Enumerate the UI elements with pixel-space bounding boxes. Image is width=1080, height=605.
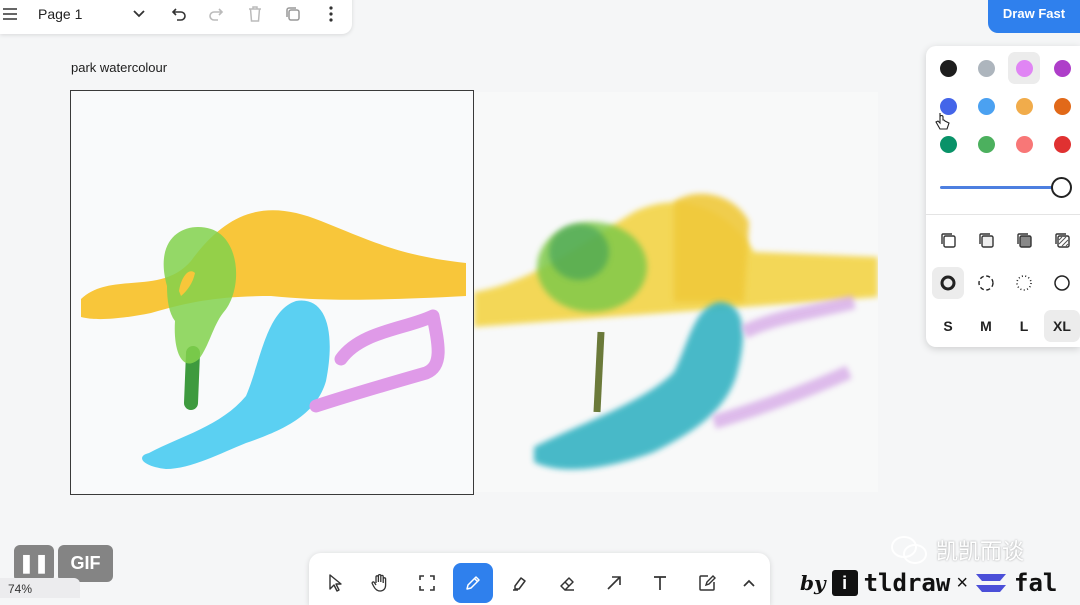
pink-path-stroke — [309, 309, 445, 413]
draw-tool-icon[interactable] — [453, 563, 493, 603]
trash-icon[interactable] — [241, 0, 269, 28]
size-l-button[interactable]: L — [1008, 310, 1040, 342]
size-s-button[interactable]: S — [932, 310, 964, 342]
duplicate-icon[interactable] — [279, 0, 307, 28]
highlighter-tool-icon[interactable] — [500, 563, 540, 603]
hand-tool-icon[interactable] — [360, 563, 400, 603]
color-swatch-light-red[interactable] — [1008, 128, 1040, 160]
swatch-dot — [1053, 135, 1071, 153]
tldraw-logo: i — [831, 570, 858, 596]
color-swatch-green[interactable] — [932, 128, 964, 160]
more-options-icon[interactable] — [317, 0, 345, 28]
note-tool-icon[interactable] — [687, 563, 727, 603]
size-m-button[interactable]: M — [970, 310, 1002, 342]
blue-river-stroke — [142, 300, 330, 469]
dash-draw-icon[interactable] — [932, 267, 964, 299]
fill-none-icon[interactable] — [932, 224, 964, 256]
eraser-tool-icon[interactable] — [547, 563, 587, 603]
pause-button[interactable]: ❚❚ — [14, 545, 54, 582]
watermark: 凯凯而谈 — [890, 534, 1024, 566]
swatch-dot — [977, 97, 995, 115]
size-xl-button[interactable]: XL — [1044, 310, 1080, 342]
color-swatch-orange[interactable] — [1046, 90, 1078, 122]
opacity-slider-thumb[interactable] — [1051, 177, 1072, 198]
color-swatch-light-blue[interactable] — [970, 90, 1002, 122]
swatch-dot — [977, 59, 995, 77]
dash-dotted-icon[interactable] — [1008, 267, 1040, 299]
fal-wordmark: fal — [1014, 569, 1058, 597]
dash-dashed-icon[interactable] — [970, 267, 1002, 299]
mouse-cursor-icon — [935, 113, 950, 130]
arrow-tool-icon[interactable] — [594, 563, 634, 603]
chevron-up-icon[interactable] — [729, 563, 769, 603]
style-panel: S M L XL — [926, 46, 1080, 347]
by-text: by — [800, 571, 826, 595]
fal-logo-icon — [976, 574, 1006, 592]
sketch-drawing[interactable] — [71, 91, 473, 494]
zoom-indicator[interactable]: 74% — [0, 578, 80, 598]
draw-fast-button[interactable]: Draw Fast — [988, 0, 1080, 33]
fill-pattern-icon[interactable] — [1046, 224, 1078, 256]
credit-line: by i tldraw × fal — [800, 568, 1057, 598]
swatch-dot — [1053, 59, 1071, 77]
redo-icon[interactable] — [202, 0, 230, 28]
panel-divider — [926, 214, 1080, 215]
tldraw-wordmark: tldraw — [863, 569, 951, 597]
color-swatch-yellow[interactable] — [1008, 90, 1040, 122]
swatch-dot — [1015, 97, 1033, 115]
undo-icon[interactable] — [165, 0, 193, 28]
dash-solid-icon[interactable] — [1046, 267, 1078, 299]
drawing-frame[interactable] — [70, 90, 474, 495]
select-tool-icon[interactable] — [315, 563, 355, 603]
color-swatch-violet[interactable] — [1046, 52, 1078, 84]
chevron-down-icon[interactable] — [125, 0, 153, 28]
yellow-hills-stroke — [81, 210, 466, 320]
color-swatch-black[interactable] — [932, 52, 964, 84]
zoom-level: 74% — [8, 582, 33, 596]
text-tool-icon[interactable] — [640, 563, 680, 603]
color-swatch-grey[interactable] — [970, 52, 1002, 84]
swatch-dot — [939, 135, 957, 153]
page-name[interactable]: Page 1 — [38, 6, 82, 22]
watermark-text: 凯凯而谈 — [936, 539, 1025, 564]
color-swatch-light-green[interactable] — [970, 128, 1002, 160]
swatch-dot — [1015, 135, 1033, 153]
swatch-dot — [1015, 59, 1033, 77]
frame-label[interactable]: park watercolour — [71, 60, 167, 75]
generated-watercolour-image[interactable] — [474, 92, 878, 492]
page-menu-bar: Page 1 — [0, 0, 352, 34]
swatch-dot — [1053, 97, 1071, 115]
tree-canopy-stroke — [163, 226, 237, 364]
swatch-dot — [939, 59, 957, 77]
swatch-dot — [977, 135, 995, 153]
gif-badge: GIF — [58, 545, 113, 582]
tools-toolbar — [309, 553, 770, 605]
fill-semi-icon[interactable] — [970, 224, 1002, 256]
opacity-slider-track[interactable] — [940, 186, 1060, 189]
frame-tool-icon[interactable] — [407, 563, 447, 603]
hamburger-menu-icon[interactable] — [0, 0, 24, 28]
color-swatch-red[interactable] — [1046, 128, 1078, 160]
color-swatch-light-violet[interactable] — [1008, 52, 1040, 84]
times-symbol: × — [956, 571, 968, 594]
wechat-icon — [891, 536, 927, 564]
fill-solid-icon[interactable] — [1008, 224, 1040, 256]
